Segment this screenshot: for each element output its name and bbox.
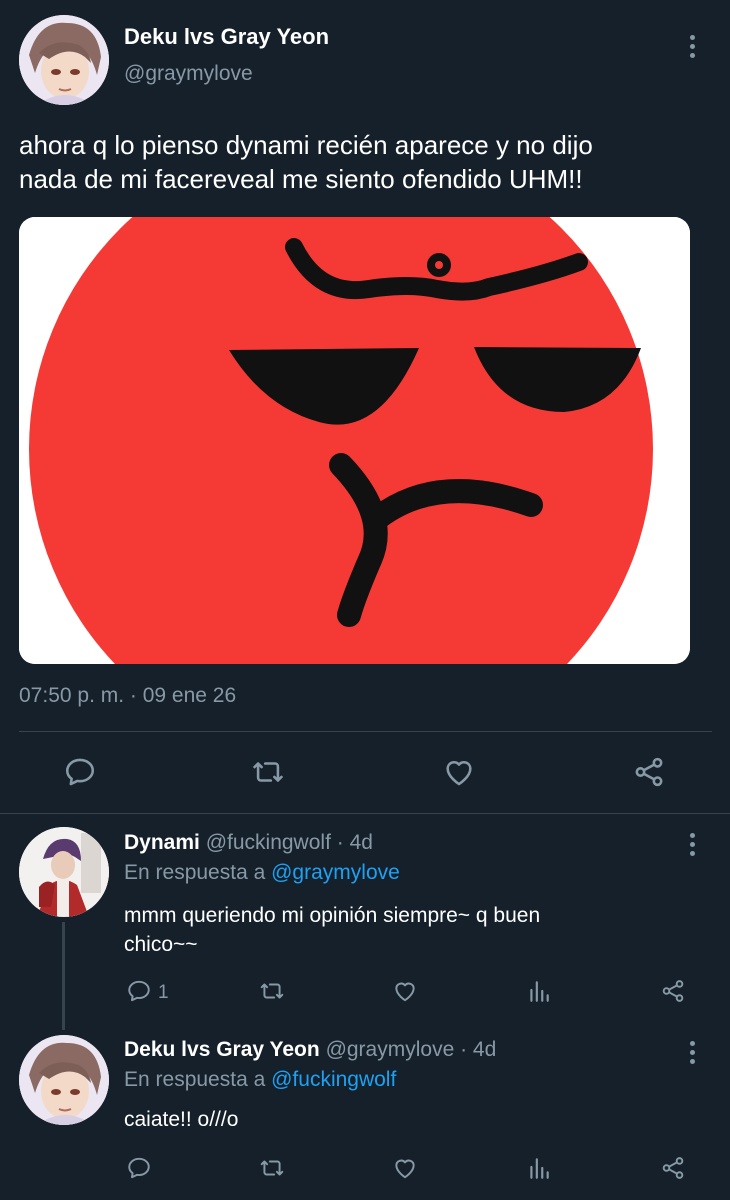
- reply1-share-icon[interactable]: [660, 978, 686, 1004]
- reply1-reply-icon[interactable]: [126, 978, 152, 1004]
- reply2-text: caiate!! o///o: [124, 1108, 239, 1131]
- reply1-text: mmm queriendo mi opinión siempre~ q buen…: [124, 901, 540, 959]
- reply2-analytics-icon[interactable]: [526, 1155, 552, 1181]
- reply1-retweet-icon[interactable]: [258, 978, 286, 1004]
- reply1-header: Dynami @fuckingwolf · 4d: [124, 831, 373, 855]
- main-tweet-text: ahora q lo pienso dynami recién aparece …: [19, 128, 593, 196]
- reply1-analytics-icon[interactable]: [526, 978, 552, 1004]
- reply2-author-name[interactable]: Deku lvs Gray Yeon: [124, 1038, 320, 1061]
- retweet-icon[interactable]: [250, 755, 286, 789]
- reply2-header: Deku lvs Gray Yeon @graymylove · 4d: [124, 1038, 496, 1062]
- main-author-avatar[interactable]: [19, 15, 109, 105]
- reply1-reply-count: 1: [158, 982, 169, 1003]
- reply1-context: En respuesta a @graymylove: [124, 861, 400, 885]
- like-icon[interactable]: [442, 755, 476, 789]
- reply1-reply-to-link[interactable]: @graymylove: [271, 861, 400, 884]
- reply1-text-line1: mmm queriendo mi opinión siempre~ q buen: [124, 904, 541, 927]
- main-tweet-timestamp[interactable]: 07:50 p. m. · 09 ene 26: [19, 684, 236, 708]
- reply2-author-avatar[interactable]: [19, 1035, 109, 1125]
- main-author-name[interactable]: Deku lvs Gray Yeon: [124, 24, 329, 50]
- reply2-reply-to-link[interactable]: @fuckingwolf: [271, 1068, 396, 1091]
- reply1-author-name[interactable]: Dynami: [124, 831, 200, 854]
- reply2-like-icon[interactable]: [392, 1155, 418, 1181]
- main-tweet-media[interactable]: [19, 217, 690, 664]
- reply2-more-options-icon[interactable]: [680, 1036, 704, 1068]
- reply2-context: En respuesta a @fuckingwolf: [124, 1068, 396, 1092]
- reply1-more-options-icon[interactable]: [680, 828, 704, 860]
- reply2-author-handle[interactable]: @graymylove · 4d: [326, 1038, 497, 1061]
- share-icon[interactable]: [632, 755, 666, 789]
- reply1-text-line2: chico~~: [124, 933, 198, 956]
- reply2-reply-icon[interactable]: [126, 1155, 152, 1181]
- divider-replies: [0, 813, 730, 814]
- reply1-author-avatar[interactable]: [19, 827, 109, 917]
- reply2-share-icon[interactable]: [660, 1155, 686, 1181]
- reply1-like-icon[interactable]: [392, 978, 418, 1004]
- reply-icon[interactable]: [63, 755, 97, 789]
- thread-line: [62, 922, 65, 1030]
- reply2-reply-prefix: En respuesta a: [124, 1068, 266, 1091]
- main-tweet-text-line2: nada de mi facereveal me siento ofendido…: [19, 164, 583, 194]
- reply1-reply-prefix: En respuesta a: [124, 861, 266, 884]
- reply2-retweet-icon[interactable]: [258, 1155, 286, 1181]
- divider-top: [19, 731, 712, 732]
- reply1-author-handle[interactable]: @fuckingwolf · 4d: [206, 831, 373, 854]
- main-author-handle[interactable]: @graymylove: [124, 62, 253, 86]
- more-options-icon[interactable]: [680, 30, 704, 62]
- main-tweet-text-line1: ahora q lo pienso dynami recién aparece …: [19, 130, 593, 160]
